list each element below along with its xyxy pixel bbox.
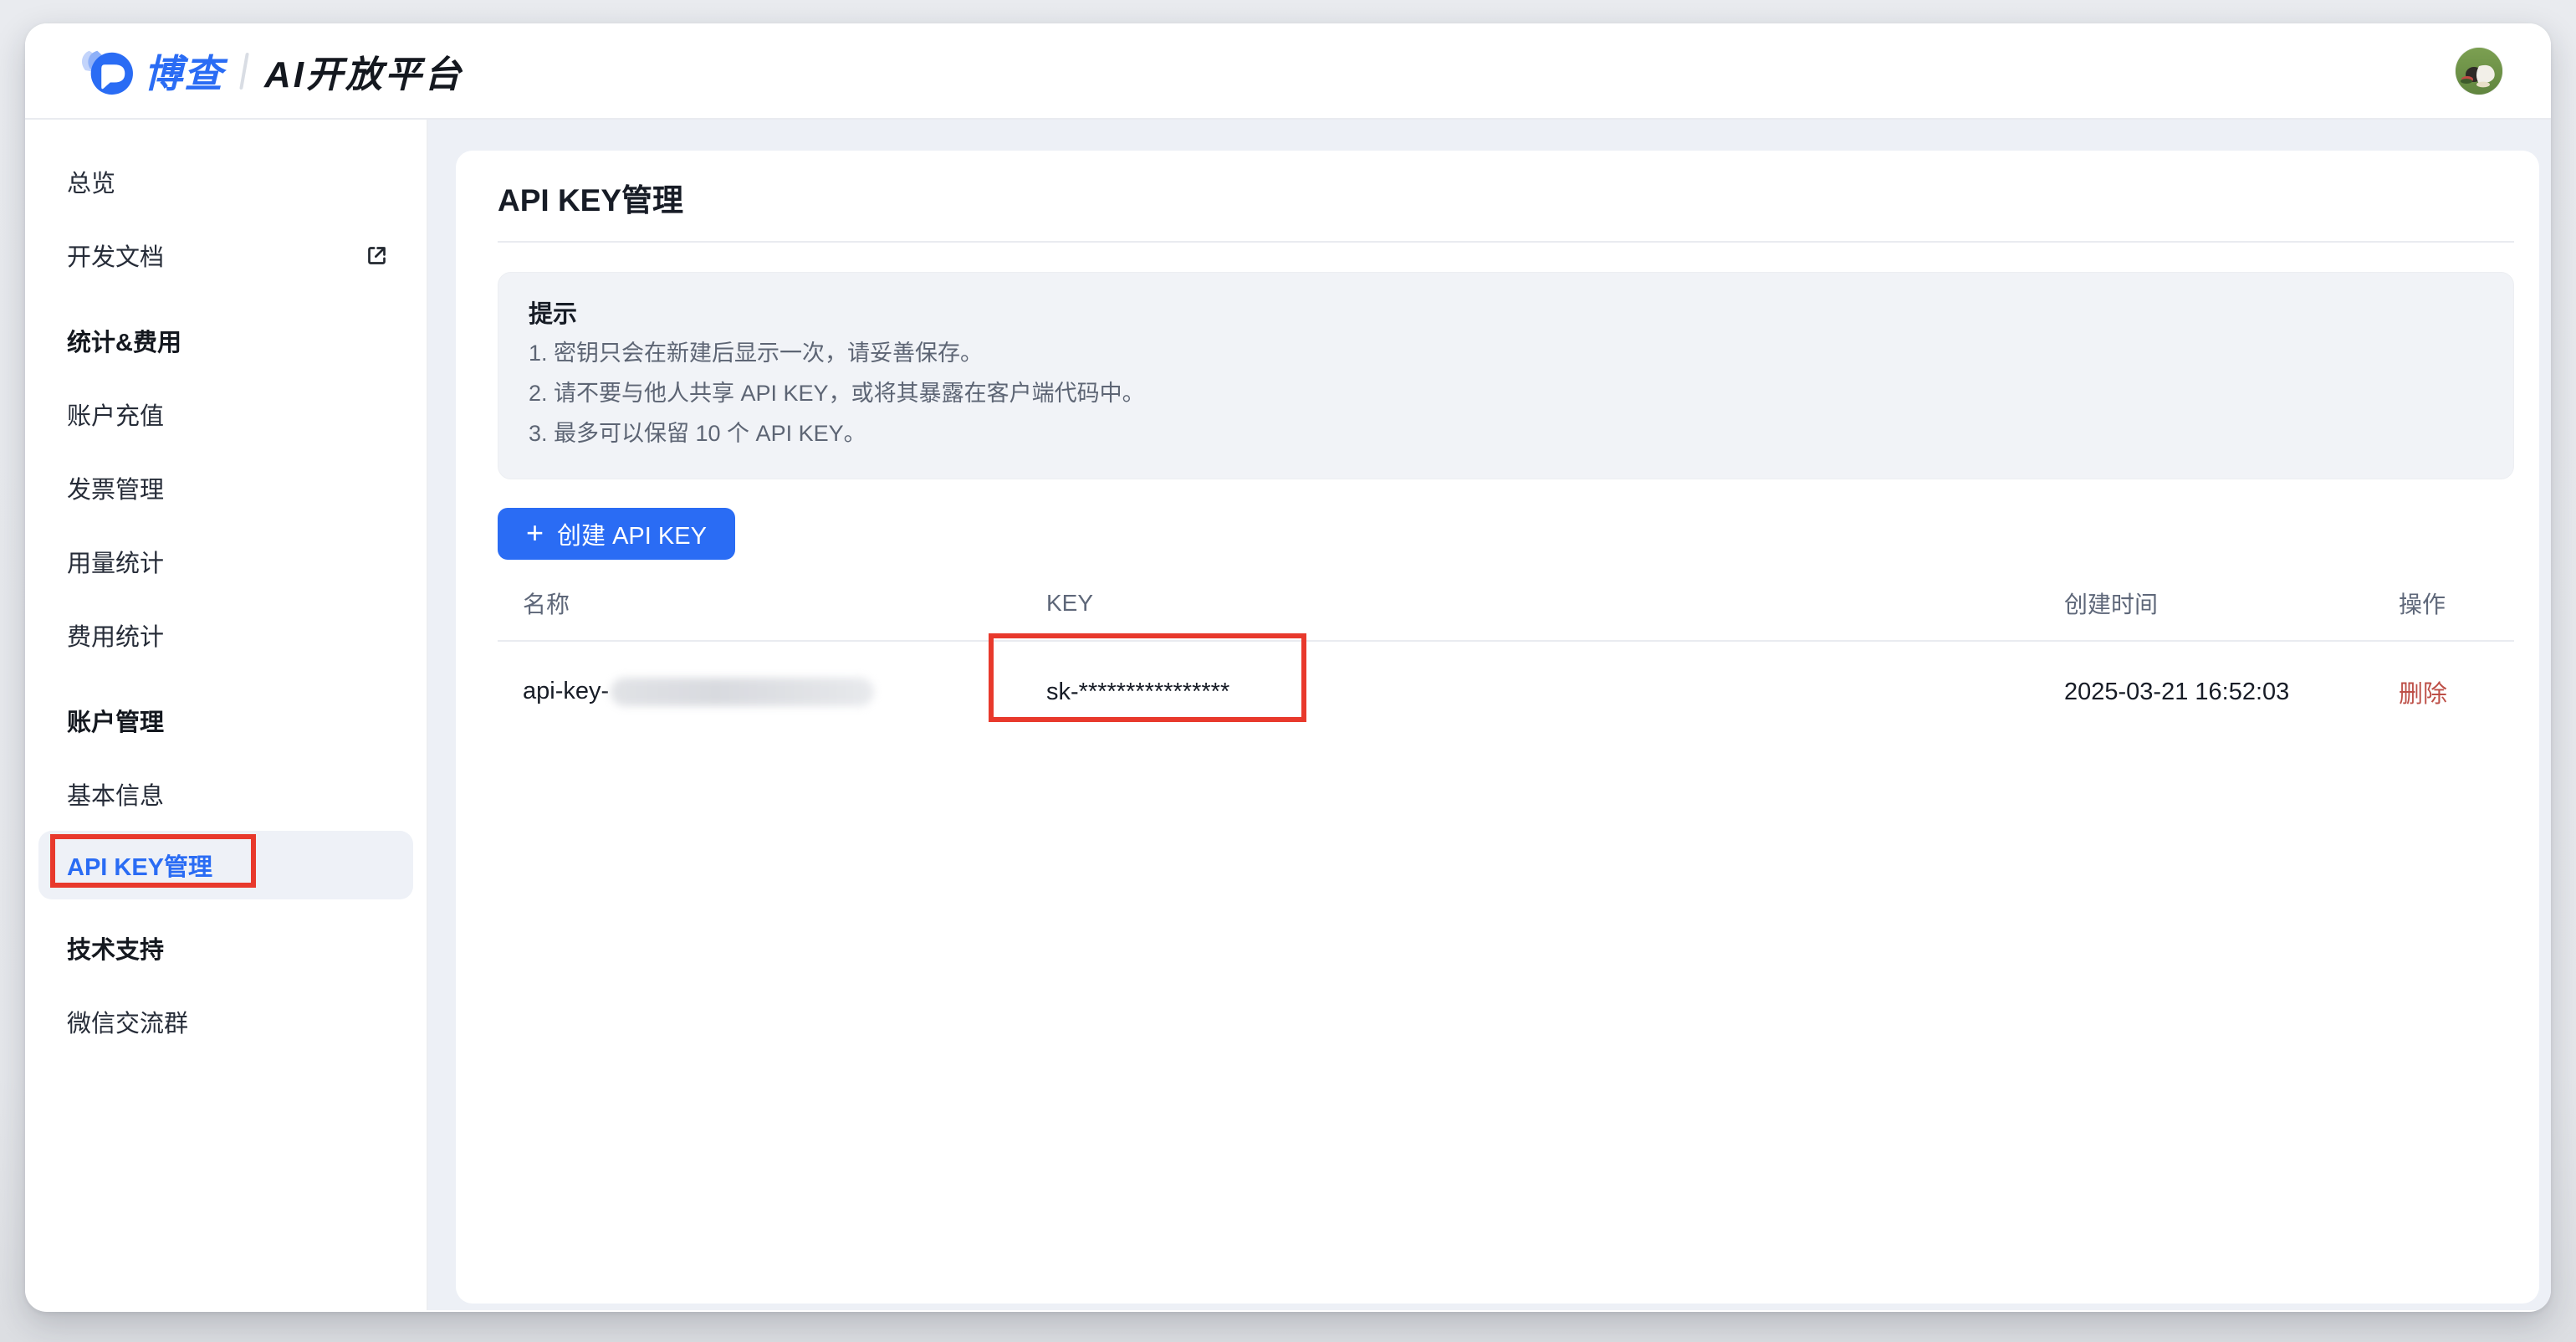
action-cell: 删除 [2399,674,2514,709]
column-header-action: 操作 [2399,586,2514,620]
api-key-table: 名称 KEY 创建时间 操作 api-key- sk-*************… [498,566,2514,742]
avatar-illustration [2456,48,2502,95]
column-header-name: 名称 [498,586,1030,620]
brand-link[interactable]: 博查 AI开放平台 [79,44,463,99]
sidebar-section-label: 账户管理 [67,703,164,738]
table-header-row: 名称 KEY 创建时间 操作 [498,566,2514,642]
sidebar-item-label: 用量统计 [67,544,164,579]
brand-platform-title: AI开放平台 [264,44,463,98]
sidebar-item-label: 总览 [67,164,115,199]
sidebar-section-account: 账户管理 [38,684,413,757]
column-header-created: 创建时间 [2064,586,2399,620]
delete-link[interactable]: 删除 [2399,681,2447,708]
brand-name: 博查 [144,44,224,99]
sidebar-item-basic-info[interactable]: 基本信息 [38,757,413,831]
sidebar-item-wechat-group[interactable]: 微信交流群 [38,985,413,1058]
topbar: 博查 AI开放平台 [25,23,2551,120]
bocha-logo-icon [79,46,135,96]
sidebar-item-overview[interactable]: 总览 [38,145,413,218]
table-row: api-key- sk-**************** 2025-03-21 … [498,642,2514,742]
content-card: API KEY管理 提示 1. 密钥只会在新建后显示一次，请妥善保存。 2. 请… [456,151,2539,1304]
create-api-key-button[interactable]: + 创建 API KEY [498,508,735,560]
main-area: API KEY管理 提示 1. 密钥只会在新建后显示一次，请妥善保存。 2. 请… [428,120,2551,1310]
sidebar-item-cost-stats[interactable]: 费用统计 [38,598,413,672]
column-header-key: KEY [1030,590,2064,617]
sidebar-section-label: 技术支持 [67,930,164,966]
sidebar-section-support: 技术支持 [38,911,413,985]
created-at-cell: 2025-03-21 16:52:03 [2064,679,2399,706]
plus-icon: + [526,518,544,548]
app-window: 博查 AI开放平台 [25,23,2551,1312]
page-background: 博查 AI开放平台 [0,0,2576,1342]
api-key-name-cell: api-key- [498,678,1030,706]
sidebar-item-label: 费用统计 [67,617,164,653]
sidebar-item-label: 开发文档 [67,238,164,273]
user-avatar[interactable] [2456,48,2502,95]
sidebar-item-recharge[interactable]: 账户充值 [38,377,413,451]
sidebar-item-usage-stats[interactable]: 用量统计 [38,525,413,598]
redacted-name-blur [611,678,874,706]
sidebar-item-label: API KEY管理 [67,848,212,883]
sidebar-item-label: 基本信息 [67,776,164,812]
tips-line-1: 1. 密钥只会在新建后显示一次，请妥善保存。 [529,333,2480,373]
sidebar-section-stats-fees: 统计&费用 [38,304,413,377]
create-api-key-label: 创建 API KEY [557,516,707,551]
title-divider [498,241,2514,243]
tips-title: 提示 [529,296,2480,333]
sidebar: 总览 开发文档 统计&费用 账户充值 发票管理 [25,120,428,1310]
sidebar-item-api-key-management[interactable]: API KEY管理 [38,831,413,899]
tips-line-2: 2. 请不要与他人共享 API KEY，或将其暴露在客户端代码中。 [529,373,2480,413]
page-title: API KEY管理 [498,151,2514,219]
sidebar-item-label: 微信交流群 [67,1004,188,1039]
api-key-name-prefix: api-key- [523,678,609,704]
tips-panel: 提示 1. 密钥只会在新建后显示一次，请妥善保存。 2. 请不要与他人共享 AP… [498,272,2514,479]
api-key-masked-cell: sk-**************** [1030,679,2064,706]
tips-line-3: 3. 最多可以保留 10 个 API KEY。 [529,413,2480,453]
sidebar-item-dev-docs[interactable]: 开发文档 [38,218,413,292]
sidebar-item-invoices[interactable]: 发票管理 [38,451,413,525]
brand-divider [239,53,249,90]
sidebar-item-label: 发票管理 [67,470,164,505]
sidebar-item-label: 账户充值 [67,397,164,432]
sidebar-section-label: 统计&费用 [67,323,181,358]
external-link-icon [365,244,388,267]
